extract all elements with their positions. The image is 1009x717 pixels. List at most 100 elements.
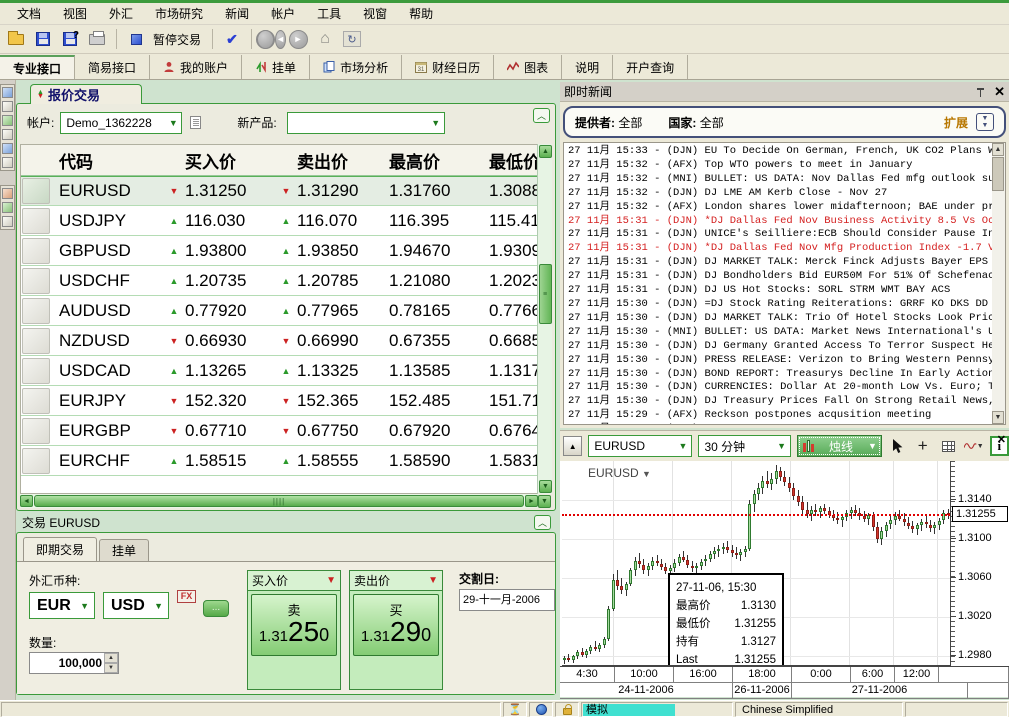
news-item[interactable]: 27 11月 15:32 - (DJN) DJ LME AM Kerb Clos… (568, 187, 992, 201)
scroll-left-button[interactable]: ◄ (20, 495, 33, 507)
indicator-tool-button[interactable]: ▼ (964, 436, 984, 456)
news-item[interactable]: 27 11月 15:30 - (DJN) DJ Germany Granted … (568, 340, 992, 354)
save-button[interactable] (31, 28, 55, 50)
spin-up-icon[interactable]: ▲ (104, 653, 118, 663)
menu-item-文档[interactable]: 文档 (6, 3, 52, 24)
news-item[interactable]: 27 11月 15:30 - (MNI) BULLET: US DATA: Ma… (568, 326, 992, 340)
news-list[interactable]: 27 11月 15:33 - (DJN) EU To Decide On Ger… (563, 142, 992, 425)
print-button[interactable] (85, 28, 109, 50)
side-toolbar-button[interactable] (2, 101, 13, 112)
menu-item-视窗[interactable]: 视窗 (352, 3, 398, 24)
row-gutter[interactable] (22, 388, 50, 414)
row-gutter[interactable] (22, 298, 50, 324)
side-toolbar-button[interactable] (2, 202, 13, 213)
news-item[interactable]: 27 11月 15:30 - (DJN) PRESS RELEASE: Veri… (568, 354, 992, 368)
grid-toggle-button[interactable] (938, 436, 957, 456)
col-ask[interactable]: 卖出价 (297, 148, 389, 173)
buy-button[interactable]: 买 1.31290 (353, 594, 439, 656)
quote-row-GBPUSD[interactable]: GBPUSD▲1.93800▲1.938501.946701.93090 (21, 236, 537, 266)
confirm-button[interactable]: ✔ (220, 28, 244, 50)
scroll-up-button[interactable]: ▲ (992, 143, 1004, 156)
quote-row-AUDUSD[interactable]: AUDUSD▲0.77920▲0.779650.781650.77660 (21, 296, 537, 326)
provider-filter[interactable]: 提供者: 全部 (575, 114, 642, 131)
col-bid[interactable]: 买入价 (185, 148, 275, 173)
crosshair-tool-button[interactable]: + (913, 436, 932, 456)
news-scrollbar[interactable]: ▲ ▼ (992, 142, 1006, 425)
news-item[interactable]: 27 11月 15:33 - (DJN) EU To Decide On Ger… (568, 145, 992, 159)
news-item[interactable]: 27 11月 15:31 - (DJN) DJ Bondholders Bid … (568, 270, 992, 284)
close-icon[interactable]: ✕ (994, 84, 1005, 100)
quote-row-EURUSD[interactable]: EURUSD▼1.31250▼1.312901.317601.30885 (21, 176, 537, 206)
side-toolbar-button[interactable] (2, 115, 13, 126)
expand-link[interactable]: 扩展 (944, 114, 968, 131)
chart-style-select[interactable]: 烛线 ▼ (797, 435, 882, 457)
row-gutter[interactable] (22, 418, 50, 444)
col-high[interactable]: 最高价 (389, 148, 489, 173)
pause-trading-label[interactable]: 暂停交易 (153, 31, 201, 48)
menu-item-视图[interactable]: 视图 (52, 3, 98, 24)
amount-stepper[interactable]: 100,000 ▲▼ (29, 652, 119, 674)
chart-symbol-label[interactable]: EURUSD ▼ (588, 466, 651, 480)
quote-trade-tab[interactable]: ▲▼ 报价交易 (30, 84, 142, 104)
menu-item-外汇[interactable]: 外汇 (98, 3, 144, 24)
news-item[interactable]: 27 11月 15:30 - (DJN) BOND REPORT: Treasu… (568, 368, 992, 382)
trade-collapse-button[interactable]: ︿ (534, 515, 551, 530)
news-item[interactable]: 27 11月 15:29 - (DJN) (568, 423, 992, 425)
base-currency-select[interactable]: EUR▼ (29, 592, 95, 619)
tab-开户查询[interactable]: 开户查询 (613, 55, 688, 79)
chart-plot[interactable]: EURUSD ▼ 27-11-06, 15:30 最高价1.3130最低价1.3… (562, 461, 950, 666)
row-gutter[interactable] (22, 178, 50, 204)
country-filter[interactable]: 国家: 全部 (668, 114, 723, 131)
news-item[interactable]: 27 11月 15:32 - (AFX) Top WTO powers to m… (568, 159, 992, 173)
row-gutter[interactable] (22, 208, 50, 234)
quote-row-NZDUSD[interactable]: NZDUSD▼0.66930▼0.669900.673550.66850 (21, 326, 537, 356)
tab-说明[interactable]: 说明 (562, 55, 613, 79)
new-product-select[interactable]: ▼ (287, 112, 445, 134)
news-item[interactable]: 27 11月 15:31 - (DJN) *DJ Dallas Fed Nov … (568, 215, 992, 229)
spin-down-icon[interactable]: ▼ (104, 663, 118, 673)
col-code[interactable]: 代码 (51, 148, 163, 173)
refresh-button[interactable]: ↻ (340, 28, 364, 50)
menu-item-工具[interactable]: 工具 (306, 3, 352, 24)
news-item[interactable]: 27 11月 15:32 - (AFX) London shares lower… (568, 201, 992, 215)
side-toolbar-button[interactable] (2, 216, 13, 227)
quote-row-EURGBP[interactable]: EURGBP▼0.67710▼0.677500.679200.67640 (21, 416, 537, 446)
side-toolbar-button[interactable] (2, 129, 13, 140)
home-button[interactable]: ⌂ (313, 28, 337, 50)
row-gutter[interactable] (22, 328, 50, 354)
tab-图表[interactable]: 图表 (494, 55, 562, 79)
row-gutter[interactable] (22, 448, 50, 474)
settlement-date-value[interactable]: 29-十一月-2006 (459, 589, 555, 611)
quote-collapse-button[interactable]: ︿ (533, 108, 550, 123)
news-item[interactable]: 27 11月 15:31 - (DJN) UNICE's Seilliere:E… (568, 228, 992, 242)
pause-trading-button[interactable] (124, 28, 148, 50)
menu-item-帮助[interactable]: 帮助 (398, 3, 444, 24)
chart-interval-select[interactable]: 30 分钟▼ (698, 435, 791, 457)
scroll-down-button[interactable]: ▼ (539, 480, 552, 493)
news-item[interactable]: 27 11月 15:31 - (DJN) DJ MARKET TALK: Mer… (568, 256, 992, 270)
side-toolbar-button[interactable] (2, 87, 13, 98)
news-item[interactable]: 27 11月 15:30 - (DJN) DJ MARKET TALK: Tri… (568, 312, 992, 326)
more-options-button[interactable]: ... (203, 600, 229, 617)
news-item[interactable]: 27 11月 15:31 - (DJN) *DJ Dallas Fed Nov … (568, 242, 992, 256)
row-gutter[interactable] (22, 358, 50, 384)
side-toolbar-button[interactable] (2, 157, 13, 168)
quote-table-vscrollbar[interactable]: ▲ ≡ ▼ (537, 144, 552, 494)
tab-简易接口[interactable]: 简易接口 (75, 55, 150, 79)
news-item[interactable]: 27 11月 15:31 - (DJN) DJ US Hot Stocks: S… (568, 284, 992, 298)
row-gutter[interactable] (22, 268, 50, 294)
expand-chevrons-button[interactable]: ▼▼ (976, 113, 994, 131)
menu-item-帐户[interactable]: 帐户 (260, 3, 306, 24)
news-item[interactable]: 27 11月 15:32 - (MNI) BULLET: US DATA: No… (568, 173, 992, 187)
quote-row-USDCAD[interactable]: USDCAD▲1.13265▲1.133251.135851.13175 (21, 356, 537, 386)
tab-专业接口[interactable]: 专业接口 (0, 55, 75, 79)
chart-close-icon[interactable]: ✕ (997, 433, 1006, 446)
scroll-up-button[interactable]: ▲ (539, 145, 552, 158)
tab-挂单[interactable]: 挂单 (242, 55, 310, 79)
sell-button[interactable]: 卖 1.31250 (251, 594, 337, 656)
news-item[interactable]: 27 11月 15:30 - (DJN) CURRENCIES: Dollar … (568, 381, 992, 395)
pin-icon[interactable] (976, 87, 986, 97)
side-toolbar-button[interactable] (2, 143, 13, 154)
news-item[interactable]: 27 11月 15:30 - (DJN) =DJ Stock Rating Re… (568, 298, 992, 312)
forward-button[interactable]: ► (286, 28, 310, 50)
